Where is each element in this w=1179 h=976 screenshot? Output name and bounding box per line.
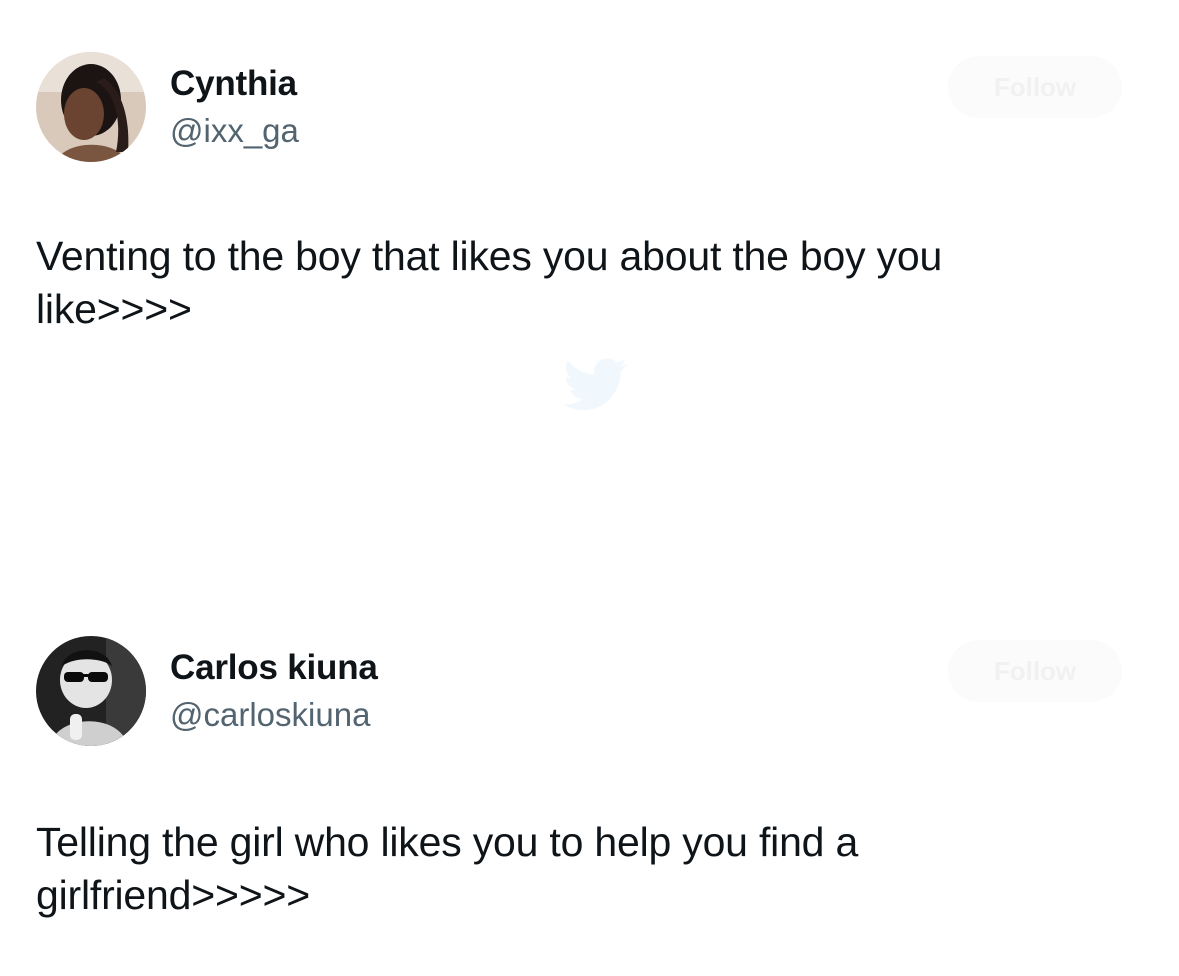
avatar[interactable] — [36, 52, 146, 162]
user-handle[interactable]: @ixx_ga — [170, 112, 299, 150]
tweet-text: Venting to the boy that likes you about … — [36, 233, 943, 332]
twitter-bird-icon — [563, 358, 627, 411]
avatar-photo — [36, 52, 146, 162]
user-handle[interactable]: @carloskiuna — [170, 696, 370, 734]
display-name[interactable]: Carlos kiuna — [170, 648, 378, 688]
display-name[interactable]: Cynthia — [170, 64, 297, 104]
avatar-photo — [36, 636, 146, 746]
follow-button[interactable]: Follow — [948, 56, 1122, 118]
avatar[interactable] — [36, 636, 146, 746]
tweet-text: Telling the girl who likes you to help y… — [36, 819, 859, 918]
follow-button[interactable]: Follow — [948, 640, 1122, 702]
